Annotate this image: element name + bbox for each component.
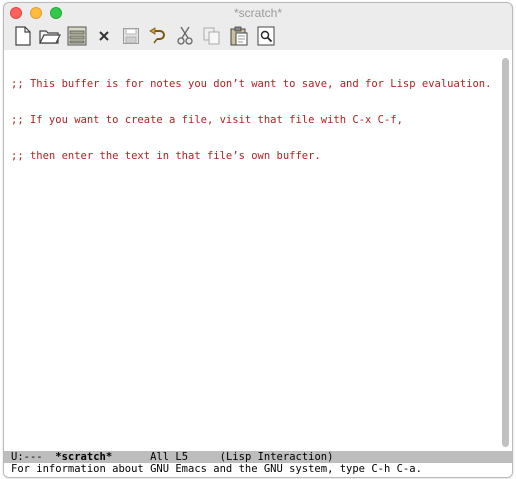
toolbar	[4, 23, 512, 49]
close-icon	[98, 31, 109, 41]
buffer-line: ;; This buffer is for notes you don’t wa…	[11, 78, 492, 90]
echo-area: For information about GNU Emacs and the …	[4, 463, 512, 477]
modeline-position: All L5	[150, 451, 189, 463]
paste-button[interactable]	[225, 24, 252, 48]
copy-icon	[203, 27, 219, 45]
save-button[interactable]	[117, 24, 144, 48]
editor-area[interactable]: ;; This buffer is for notes you don’t wa…	[4, 50, 512, 451]
new-file-button[interactable]	[9, 24, 36, 48]
emacs-window: *scratch* ;; This buffer is for notes yo…	[3, 2, 513, 478]
vertical-scrollbar[interactable]	[498, 50, 512, 451]
search-icon	[257, 26, 274, 46]
window-title: *scratch*	[233, 6, 283, 20]
new-file-icon	[14, 26, 31, 46]
buffer-line: ;; If you want to create a file, visit t…	[11, 114, 403, 126]
paste-icon	[230, 26, 247, 46]
modeline-mode[interactable]: (Lisp Interaction)	[220, 451, 334, 463]
minimize-window-button[interactable]	[30, 7, 42, 19]
undo-icon	[148, 27, 165, 44]
buffer-line: ;; then enter the text in that file’s ow…	[11, 150, 321, 162]
open-folder-icon	[38, 30, 61, 44]
search-button[interactable]	[252, 24, 279, 48]
zoom-window-button[interactable]	[50, 7, 62, 19]
mode-line[interactable]: U:--- *scratch* All L5 (Lisp Interaction…	[4, 451, 512, 463]
save-icon	[122, 28, 139, 44]
window-controls	[10, 7, 62, 19]
close-window-button[interactable]	[10, 7, 22, 19]
open-file-button[interactable]	[36, 24, 63, 48]
close-buffer-button[interactable]	[90, 24, 117, 48]
undo-button[interactable]	[144, 24, 171, 48]
cut-icon	[176, 26, 193, 45]
copy-button[interactable]	[198, 24, 225, 48]
cut-button[interactable]	[171, 24, 198, 48]
modeline-buffer-name[interactable]: *scratch*	[55, 451, 112, 463]
title-bar[interactable]: *scratch*	[4, 3, 512, 23]
modeline-status: U:---	[11, 451, 43, 463]
dired-button[interactable]	[63, 24, 90, 48]
dired-icon	[67, 26, 86, 46]
buffer-text[interactable]: ;; This buffer is for notes you don’t wa…	[11, 54, 496, 186]
scrollbar-thumb[interactable]	[502, 58, 509, 447]
